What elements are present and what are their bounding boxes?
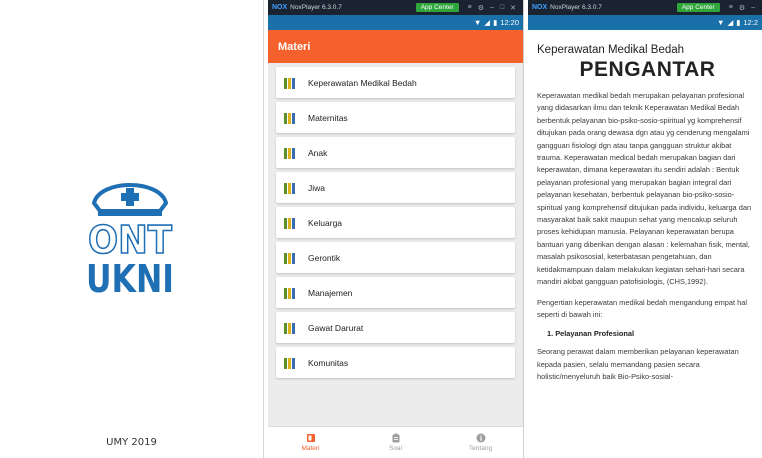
player-title: NoxPlayer 6.3.0.7 [290, 4, 342, 11]
splash-footer: UMY 2019 [106, 437, 157, 448]
clipboard-icon [392, 433, 399, 443]
menu-item-label: Gerontik [308, 252, 341, 263]
books-icon [284, 252, 296, 264]
status-time: 12:2 [743, 18, 758, 27]
tab-label: Materi [301, 445, 320, 452]
menu-item-anak[interactable]: Anak [276, 137, 515, 168]
book-icon [306, 434, 315, 442]
wifi-icon: ▼ [473, 18, 482, 27]
menu-item-gerontik[interactable]: Gerontik [276, 242, 515, 273]
menu-item-gawat-darurat[interactable]: Gawat Darurat [276, 312, 515, 343]
article-paragraph: Pengertian keperawatan medikal bedah men… [537, 297, 747, 319]
article-list-item: 1. Pelayanan Profesional [547, 329, 635, 339]
article-paragraph: Seorang perawat dalam memberikan pelayan… [537, 347, 739, 382]
tab-materi[interactable]: Materi [268, 427, 353, 458]
article-paragraph: Keperawatan medikal bedah merupakan pela… [537, 91, 752, 287]
menu-item-jiwa[interactable]: Jiwa [276, 172, 515, 203]
battery-icon: ▮ [736, 18, 741, 27]
article-title: Keperawatan Medikal Bedah [537, 44, 685, 56]
player-logo: NOX [532, 4, 548, 11]
android-status-bar: ▼ ◢ ▮ 12:20 [268, 15, 523, 30]
menu-item-label: Keluarga [308, 217, 343, 228]
minimize-icon[interactable]: – [751, 4, 755, 11]
article-content: Keperawatan Medikal Bedah PENGANTAR Kepe… [537, 30, 758, 384]
books-icon [284, 112, 296, 124]
menu-item-keperawatan-medikal-bedah[interactable]: Keperawatan Medikal Bedah [276, 67, 515, 98]
books-icon [284, 77, 296, 89]
menu-item-komunitas[interactable]: Komunitas [276, 347, 515, 378]
logo-text-bottom: UKNI [86, 257, 174, 295]
menu-item-label: Gawat Darurat [308, 322, 364, 333]
menu-item-label: Anak [308, 147, 328, 158]
menu-screen: NOX NoxPlayer 6.3.0.7 App Center ≡ ⚙ – □… [268, 0, 524, 458]
books-icon [284, 147, 296, 159]
tab-label: Tentang [468, 445, 493, 452]
signal-icon: ◢ [484, 18, 491, 27]
info-icon [476, 433, 485, 443]
menu-item-label: Komunitas [308, 357, 349, 368]
splash-screen: ONT UKNI UMY 2019 [0, 0, 264, 458]
app-center-button[interactable]: App Center [415, 3, 459, 12]
tab-soal[interactable]: Soal [353, 427, 438, 458]
bottom-navigation: Materi Soal Tentang [268, 426, 523, 458]
books-icon [284, 217, 296, 229]
logo-text-top: ONT [88, 218, 172, 262]
menu-item-keluarga[interactable]: Keluarga [276, 207, 515, 238]
player-title-bar: NOX NoxPlayer 6.3.0.7 App Center ≡ ⚙ – [528, 0, 762, 15]
books-icon [284, 322, 296, 334]
books-icon [284, 357, 296, 369]
tab-tentang[interactable]: Tentang [438, 427, 523, 458]
app-center-button[interactable]: App Center [676, 3, 720, 12]
status-time: 12:20 [500, 18, 519, 27]
article-heading: PENGANTAR [579, 58, 716, 81]
menu-item-label: Manajemen [308, 287, 353, 298]
article-screen: NOX NoxPlayer 6.3.0.7 App Center ≡ ⚙ – ▼… [528, 0, 762, 458]
player-title: NoxPlayer 6.3.0.7 [550, 4, 602, 11]
wifi-icon: ▼ [717, 18, 725, 27]
menu-item-label: Jiwa [308, 182, 326, 193]
screenshot-collage: ONT UKNI UMY 2019 NOX NoxPlayer 6.3.0.7 … [0, 0, 762, 458]
window-menu-icon[interactable]: ≡ [729, 4, 733, 11]
books-icon [284, 182, 296, 194]
minimize-icon[interactable]: – [490, 4, 494, 11]
app-bar-title: Materi [278, 40, 311, 53]
app-bar: Materi [268, 30, 523, 63]
signal-icon: ◢ [727, 18, 734, 27]
settings-icon[interactable]: ⚙ [739, 4, 745, 12]
menu-item-label: Maternitas [308, 112, 348, 123]
menu-item-manajemen[interactable]: Manajemen [276, 277, 515, 308]
materi-list: Keperawatan Medikal Bedah Maternitas Ana… [276, 67, 515, 382]
player-title-bar: NOX NoxPlayer 6.3.0.7 App Center ≡ ⚙ – □… [268, 0, 523, 15]
player-logo: NOX [272, 4, 288, 11]
maximize-icon[interactable]: □ [500, 4, 504, 11]
menu-item-label: Keperawatan Medikal Bedah [308, 77, 417, 88]
menu-item-maternitas[interactable]: Maternitas [276, 102, 515, 133]
tab-label: Soal [388, 445, 402, 452]
close-icon[interactable]: ✕ [510, 4, 516, 12]
nurse-cap-logo-icon: ONT UKNI [86, 183, 174, 295]
battery-icon: ▮ [493, 18, 498, 27]
window-menu-icon[interactable]: ≡ [468, 4, 472, 11]
android-status-bar: ▼ ◢ ▮ 12:2 [528, 15, 762, 30]
settings-icon[interactable]: ⚙ [478, 4, 484, 12]
books-icon [284, 287, 296, 299]
